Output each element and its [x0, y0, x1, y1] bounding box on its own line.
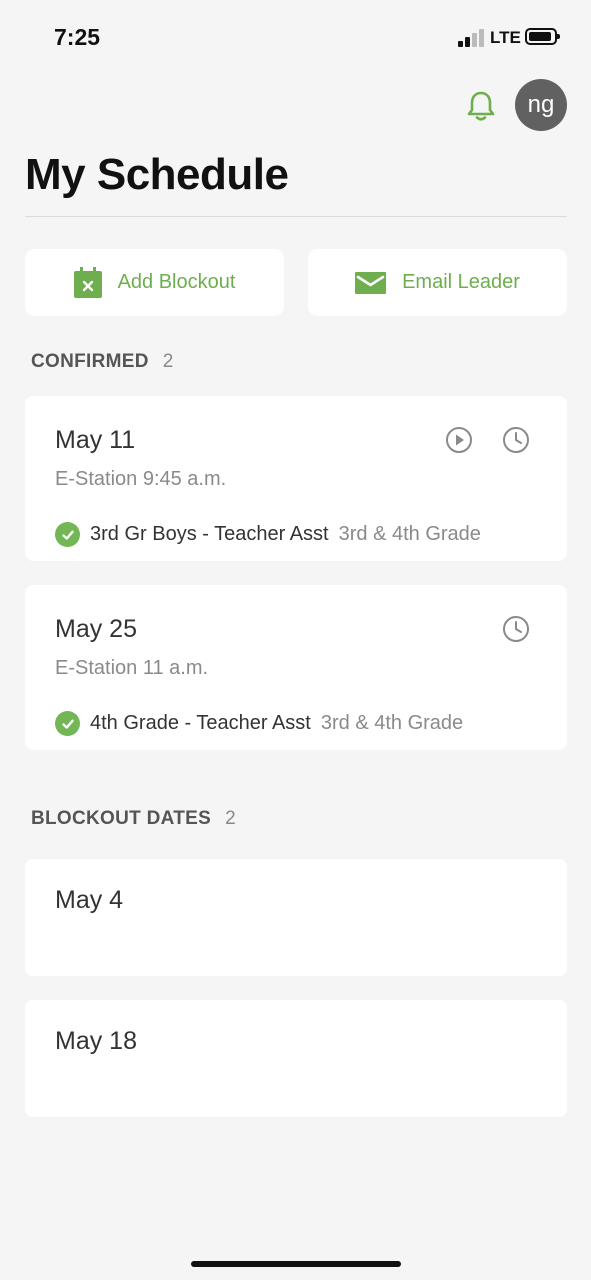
envelope-icon — [355, 271, 387, 294]
blockout-card-may-18[interactable]: May 18 — [25, 1000, 567, 1117]
email-leader-button[interactable]: Email Leader — [308, 249, 567, 316]
calendar-blockout-icon — [73, 267, 102, 298]
role-team: 3rd & 4th Grade — [320, 712, 464, 734]
blockout-date: May 4 — [55, 886, 124, 914]
blockout-count: 2 — [225, 808, 236, 829]
signal-strength-icon — [458, 29, 486, 47]
schedule-date: May 11 — [55, 426, 136, 454]
confirmed-check-icon — [55, 711, 80, 736]
blockout-date: May 18 — [55, 1027, 137, 1055]
clock-icon[interactable] — [502, 615, 530, 643]
add-blockout-label: Add Blockout — [117, 271, 236, 293]
schedule-date: May 25 — [55, 615, 137, 643]
status-time: 7:25 — [54, 24, 101, 50]
blockout-label: BLOCKOUT DATES — [31, 808, 212, 829]
role-team: 3rd & 4th Grade — [338, 523, 481, 545]
clock-icon[interactable] — [502, 426, 530, 454]
schedule-location-time: E-Station 11 a.m. — [55, 657, 209, 679]
confirmed-section-header: CONFIRMED 2 — [31, 351, 174, 373]
title-divider — [25, 216, 567, 217]
email-leader-label: Email Leader — [402, 271, 520, 293]
schedule-location-time: E-Station 9:45 a.m. — [55, 468, 227, 490]
home-indicator[interactable] — [191, 1261, 401, 1267]
notifications-bell-icon[interactable] — [466, 90, 496, 122]
status-bar: 7:25 LTE — [0, 0, 591, 70]
confirmed-check-icon — [55, 522, 80, 547]
add-blockout-button[interactable]: Add Blockout — [25, 249, 284, 316]
role-name: 3rd Gr Boys - Teacher Asst — [90, 523, 329, 545]
blockout-card-may-4[interactable]: May 4 — [25, 859, 567, 976]
schedule-card-may-11[interactable]: May 11 E-Station 9:45 a.m. 3rd Gr Boys -… — [25, 396, 567, 561]
confirmed-count: 2 — [162, 351, 174, 372]
blockout-section-header: BLOCKOUT DATES 2 — [31, 808, 236, 830]
avatar[interactable]: ng — [515, 79, 567, 131]
schedule-card-may-25[interactable]: May 25 E-Station 11 a.m. 4th Grade - Tea… — [25, 585, 567, 750]
schedule-role: 3rd Gr Boys - Teacher Asst 3rd & 4th Gra… — [55, 522, 481, 547]
play-icon[interactable] — [445, 426, 473, 454]
network-type: LTE — [490, 28, 521, 47]
battery-icon — [525, 28, 560, 45]
role-name: 4th Grade - Teacher Asst — [90, 712, 311, 734]
page-title: My Schedule — [25, 150, 289, 199]
schedule-role: 4th Grade - Teacher Asst 3rd & 4th Grade — [55, 711, 463, 736]
confirmed-label: CONFIRMED — [31, 351, 149, 372]
